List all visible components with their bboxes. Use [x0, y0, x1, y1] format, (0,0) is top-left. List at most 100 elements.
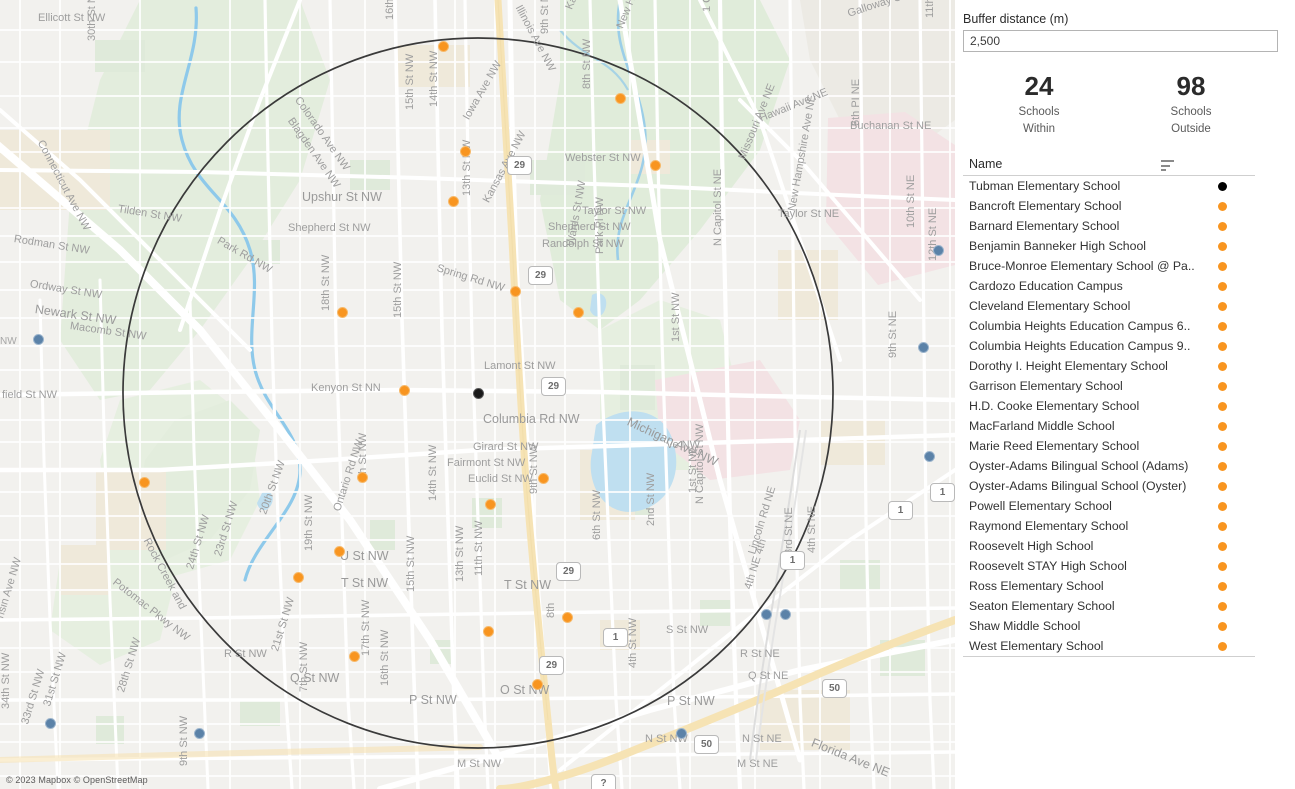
table-row[interactable]: Columbia Heights Education Campus 9.. — [963, 336, 1255, 356]
school-name: Shaw Middle School — [969, 619, 1081, 634]
table-row[interactable]: Marie Reed Elementary School — [963, 436, 1255, 456]
buffer-distance-input[interactable] — [963, 30, 1278, 52]
school-name: Bancroft Elementary School — [969, 199, 1122, 214]
table-row[interactable]: West Elementary School — [963, 636, 1255, 656]
school-status-dot — [1218, 201, 1227, 211]
school-marker-outside[interactable] — [779, 608, 791, 620]
school-marker-within[interactable] — [292, 571, 304, 583]
table-row[interactable]: Raymond Elementary School — [963, 516, 1255, 536]
school-status-dot — [1218, 421, 1227, 431]
table-row[interactable]: Seaton Elementary School — [963, 596, 1255, 616]
map-canvas[interactable]: Ellicott St NW 30th St NW Connecticut Ave … — [0, 0, 955, 789]
table-row[interactable]: Cardozo Education Campus — [963, 276, 1255, 296]
table-row[interactable]: Shaw Middle School — [963, 616, 1255, 636]
sort-descending-icon[interactable] — [1161, 160, 1175, 172]
route-shield-icon: ? — [591, 774, 616, 789]
table-row[interactable]: Benjamin Banneker High School — [963, 236, 1255, 256]
route-shield-icon: 29 — [528, 266, 553, 285]
table-row[interactable]: Cleveland Elementary School — [963, 296, 1255, 316]
table-row[interactable]: Columbia Heights Education Campus 6.. — [963, 316, 1255, 336]
school-marker-within[interactable] — [572, 306, 584, 318]
school-name: Cardozo Education Campus — [969, 279, 1123, 294]
route-shield-icon: 1 — [930, 483, 955, 502]
school-name: West Elementary School — [969, 639, 1104, 654]
schools-within-caption-line1: Schools — [1018, 105, 1060, 118]
school-marker-within[interactable] — [509, 285, 521, 297]
school-marker-outside[interactable] — [44, 717, 56, 729]
school-marker-within[interactable] — [459, 145, 471, 157]
route-shield-icon: 1 — [888, 501, 913, 520]
school-status-dot — [1218, 521, 1227, 531]
school-name: MacFarland Middle School — [969, 419, 1115, 434]
table-row[interactable]: H.D. Cooke Elementary School — [963, 396, 1255, 416]
schools-table: Name Tubman Elementary School Bancroft El… — [963, 157, 1255, 658]
school-status-dot — [1218, 281, 1227, 291]
school-marker-within[interactable] — [614, 92, 626, 104]
school-marker-within[interactable] — [649, 159, 661, 171]
app-root: Ellicott St NW 30th St NW Connecticut Ave … — [0, 0, 1295, 789]
school-marker-outside[interactable] — [32, 333, 44, 345]
schools-table-body: Tubman Elementary School Bancroft Element… — [963, 176, 1255, 658]
table-row[interactable]: MacFarland Middle School — [963, 416, 1255, 436]
table-row[interactable]: Bancroft Elementary School — [963, 196, 1255, 216]
kpi-schools-within: 24 Schools Within — [963, 71, 1115, 137]
school-marker-within[interactable] — [437, 40, 449, 52]
school-status-dot — [1218, 441, 1227, 451]
school-name: Roosevelt High School — [969, 539, 1094, 554]
schools-within-value: 24 — [1024, 71, 1054, 101]
school-marker-within[interactable] — [138, 476, 150, 488]
table-row[interactable]: Ross Elementary School — [963, 576, 1255, 596]
school-marker-within[interactable] — [561, 611, 573, 623]
table-row[interactable]: Bruce-Monroe Elementary School @ Pa.. — [963, 256, 1255, 276]
table-row[interactable]: Oyster-Adams Bilingual School (Oyster) — [963, 476, 1255, 496]
school-name: Oyster-Adams Bilingual School (Oyster) — [969, 479, 1187, 494]
school-marker-within[interactable] — [484, 498, 496, 510]
school-marker-within[interactable] — [537, 472, 549, 484]
school-marker-within[interactable] — [336, 306, 348, 318]
school-marker-outside[interactable] — [917, 341, 929, 353]
table-row[interactable]: Oyster-Adams Bilingual School (Adams) — [963, 456, 1255, 476]
school-status-dot — [1218, 221, 1227, 231]
map-attribution: © 2023 Mapbox © OpenStreetMap — [6, 775, 148, 785]
school-name: Cleveland Elementary School — [969, 299, 1131, 314]
school-name: Tubman Elementary School — [969, 179, 1121, 194]
school-name: Barnard Elementary School — [969, 219, 1120, 234]
kpi-schools-outside: 98 Schools Outside — [1115, 71, 1267, 137]
schools-outside-caption: Schools Outside — [1115, 104, 1267, 137]
table-row[interactable]: Dorothy I. Height Elementary School — [963, 356, 1255, 376]
school-status-dot — [1218, 621, 1227, 631]
school-name: Benjamin Banneker High School — [969, 239, 1147, 254]
school-marker-outside[interactable] — [923, 450, 935, 462]
school-marker-within[interactable] — [356, 471, 368, 483]
table-row[interactable]: Tubman Elementary School — [963, 176, 1255, 196]
school-marker-outside[interactable] — [193, 727, 205, 739]
school-marker-within[interactable] — [447, 195, 459, 207]
table-row[interactable]: Barnard Elementary School — [963, 216, 1255, 236]
table-row[interactable]: Powell Elementary School — [963, 496, 1255, 516]
school-name: Dorothy I. Height Elementary School — [969, 359, 1168, 374]
school-status-dot — [1218, 561, 1227, 571]
school-name: Powell Elementary School — [969, 499, 1112, 514]
table-row[interactable]: Roosevelt STAY High School — [963, 556, 1255, 576]
school-marker-outside[interactable] — [760, 608, 772, 620]
school-marker-outside[interactable] — [675, 727, 687, 739]
school-name: Seaton Elementary School — [969, 599, 1115, 614]
school-marker-outside[interactable] — [932, 244, 944, 256]
school-status-dot — [1218, 541, 1227, 551]
school-name: H.D. Cooke Elementary School — [969, 399, 1140, 414]
school-marker-within[interactable] — [333, 545, 345, 557]
route-shield-icon: 29 — [541, 377, 566, 396]
table-row[interactable]: Garrison Elementary School — [963, 376, 1255, 396]
school-marker-within[interactable] — [348, 650, 360, 662]
school-name: Raymond Elementary School — [969, 519, 1129, 534]
selected-school-marker[interactable] — [472, 387, 484, 399]
table-row[interactable]: Roosevelt High School — [963, 536, 1255, 556]
school-status-dot — [1218, 361, 1227, 371]
school-marker-within[interactable] — [482, 625, 494, 637]
school-status-dot — [1218, 601, 1227, 611]
route-shield-icon: 1 — [780, 551, 805, 570]
school-marker-within[interactable] — [398, 384, 410, 396]
route-shield-icon: 29 — [539, 656, 564, 675]
school-marker-within[interactable] — [531, 678, 543, 690]
school-status-dot — [1218, 641, 1227, 651]
